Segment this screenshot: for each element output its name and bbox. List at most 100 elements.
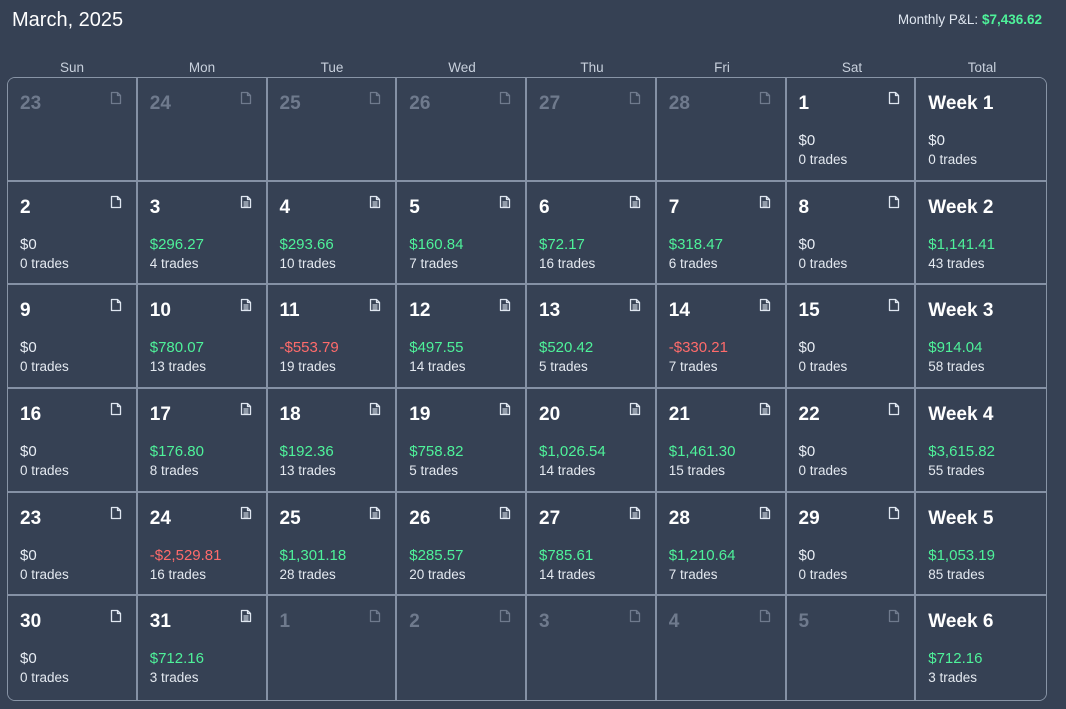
day-number: 3 xyxy=(539,611,550,633)
file-icon[interactable] xyxy=(888,91,900,105)
day-number: 4 xyxy=(668,611,680,633)
day-cell[interactable]: 26 $285.57 20 trades xyxy=(397,492,527,597)
file-icon[interactable] xyxy=(629,609,641,623)
week-total-cell[interactable]: Week 2 $1,141.41 43 trades xyxy=(916,181,1046,286)
file-text-icon[interactable] xyxy=(369,298,381,312)
day-cell-outside-month[interactable]: 28 xyxy=(656,78,787,182)
day-cell[interactable]: 8 $0 0 trades xyxy=(786,181,917,286)
file-text-icon[interactable] xyxy=(240,298,252,312)
week-total-cell[interactable]: Week 5 $1,053.19 85 trades xyxy=(916,492,1046,597)
file-text-icon[interactable] xyxy=(759,402,771,416)
file-text-icon[interactable] xyxy=(369,402,381,416)
file-text-icon[interactable] xyxy=(240,195,252,209)
file-text-icon[interactable] xyxy=(499,506,511,520)
day-cell[interactable]: 12 $497.55 14 trades xyxy=(397,285,527,389)
day-cell[interactable]: 9 $0 0 trades xyxy=(8,285,138,389)
file-text-icon[interactable] xyxy=(629,195,641,209)
file-text-icon[interactable] xyxy=(759,298,771,312)
file-icon[interactable] xyxy=(369,609,381,623)
file-icon[interactable] xyxy=(110,298,122,312)
file-text-icon[interactable] xyxy=(759,506,771,520)
day-cell-outside-month[interactable]: 27 xyxy=(527,78,657,182)
day-pnl: $0 xyxy=(798,132,816,149)
file-text-icon[interactable] xyxy=(240,402,252,416)
day-cell[interactable]: 13 $520.42 5 trades xyxy=(527,285,657,389)
day-cell[interactable]: 10 $780.07 13 trades xyxy=(137,285,268,389)
file-icon[interactable] xyxy=(110,195,122,209)
file-icon[interactable] xyxy=(888,506,900,520)
day-cell-outside-month[interactable]: 1 xyxy=(267,596,398,700)
day-cell[interactable]: 14 -$330.21 7 trades xyxy=(656,285,787,389)
day-number: 19 xyxy=(409,403,431,425)
file-icon[interactable] xyxy=(240,91,252,105)
file-text-icon[interactable] xyxy=(499,402,511,416)
file-text-icon[interactable] xyxy=(629,506,641,520)
day-cell[interactable]: 15 $0 0 trades xyxy=(786,285,917,389)
day-cell[interactable]: 3 $296.27 4 trades xyxy=(137,181,268,286)
day-cell-outside-month[interactable]: 24 xyxy=(137,78,268,182)
day-trade-count: 14 trades xyxy=(409,359,466,375)
file-text-icon[interactable] xyxy=(629,298,641,312)
day-cell[interactable]: 19 $758.82 5 trades xyxy=(397,388,527,493)
day-cell[interactable]: 7 $318.47 6 trades xyxy=(656,181,787,286)
file-icon[interactable] xyxy=(888,298,900,312)
week-total-cell[interactable]: Week 1 $0 0 trades xyxy=(916,78,1046,182)
file-text-icon[interactable] xyxy=(240,609,252,623)
pnl-calendar: March, 2025 Monthly P&L: $7,436.62 Sun Mo… xyxy=(0,0,1066,709)
file-icon[interactable] xyxy=(110,91,122,105)
day-cell[interactable]: 5 $160.84 7 trades xyxy=(397,181,527,286)
file-icon[interactable] xyxy=(499,609,511,623)
day-cell[interactable]: 25 $1,301.18 28 trades xyxy=(267,492,398,597)
day-cell[interactable]: 6 $72.17 16 trades xyxy=(527,181,657,286)
day-cell[interactable]: 22 $0 0 trades xyxy=(786,388,917,493)
day-cell[interactable]: 2 $0 0 trades xyxy=(8,181,138,286)
week-pnl: $1,053.19 xyxy=(928,546,995,564)
file-icon[interactable] xyxy=(888,402,900,416)
day-cell-outside-month[interactable]: 5 xyxy=(786,596,917,700)
file-text-icon[interactable] xyxy=(499,298,511,312)
day-cell-outside-month[interactable]: 3 xyxy=(527,596,657,700)
file-icon[interactable] xyxy=(888,609,900,623)
day-cell[interactable]: 18 $192.36 13 trades xyxy=(267,388,398,493)
day-cell[interactable]: 23 $0 0 trades xyxy=(8,492,138,597)
day-cell[interactable]: 27 $785.61 14 trades xyxy=(527,492,657,597)
day-cell[interactable]: 1 $0 0 trades xyxy=(786,78,917,182)
file-text-icon[interactable] xyxy=(240,506,252,520)
file-text-icon[interactable] xyxy=(369,506,381,520)
day-cell[interactable]: 17 $176.80 8 trades xyxy=(137,388,268,493)
file-icon[interactable] xyxy=(369,91,381,105)
day-cell[interactable]: 20 $1,026.54 14 trades xyxy=(527,388,657,493)
day-cell-outside-month[interactable]: 26 xyxy=(397,78,527,182)
day-trade-count: 0 trades xyxy=(20,359,69,375)
day-cell[interactable]: 11 -$553.79 19 trades xyxy=(267,285,398,389)
week-total-cell[interactable]: Week 4 $3,615.82 55 trades xyxy=(916,388,1046,493)
day-cell[interactable]: 29 $0 0 trades xyxy=(786,492,917,597)
week-total-cell[interactable]: Week 6 $712.16 3 trades xyxy=(916,596,1046,700)
file-icon[interactable] xyxy=(110,506,122,520)
day-cell[interactable]: 24 -$2,529.81 16 trades xyxy=(137,492,268,597)
day-cell-outside-month[interactable]: 2 xyxy=(397,596,527,700)
file-text-icon[interactable] xyxy=(499,195,511,209)
file-icon[interactable] xyxy=(499,91,511,105)
week-total-cell[interactable]: Week 3 $914.04 58 trades xyxy=(916,285,1046,389)
file-icon[interactable] xyxy=(888,195,900,209)
day-cell[interactable]: 21 $1,461.30 15 trades xyxy=(656,388,787,493)
day-cell-outside-month[interactable]: 23 xyxy=(8,78,138,182)
day-cell-outside-month[interactable]: 4 xyxy=(656,596,787,700)
file-icon[interactable] xyxy=(110,402,122,416)
day-cell[interactable]: 31 $712.16 3 trades xyxy=(137,596,268,700)
file-icon[interactable] xyxy=(759,91,771,105)
file-icon[interactable] xyxy=(759,609,771,623)
day-cell[interactable]: 4 $293.66 10 trades xyxy=(267,181,398,286)
day-trade-count: 15 trades xyxy=(668,462,726,478)
day-cell-outside-month[interactable]: 25 xyxy=(267,78,398,182)
file-text-icon[interactable] xyxy=(759,195,771,209)
file-text-icon[interactable] xyxy=(629,402,641,416)
file-icon[interactable] xyxy=(110,609,122,623)
day-cell[interactable]: 16 $0 0 trades xyxy=(8,388,138,493)
day-trade-count: 4 trades xyxy=(149,255,199,271)
file-text-icon[interactable] xyxy=(369,195,381,209)
day-cell[interactable]: 30 $0 0 trades xyxy=(8,596,138,700)
file-icon[interactable] xyxy=(629,91,641,105)
day-cell[interactable]: 28 $1,210.64 7 trades xyxy=(656,492,787,597)
